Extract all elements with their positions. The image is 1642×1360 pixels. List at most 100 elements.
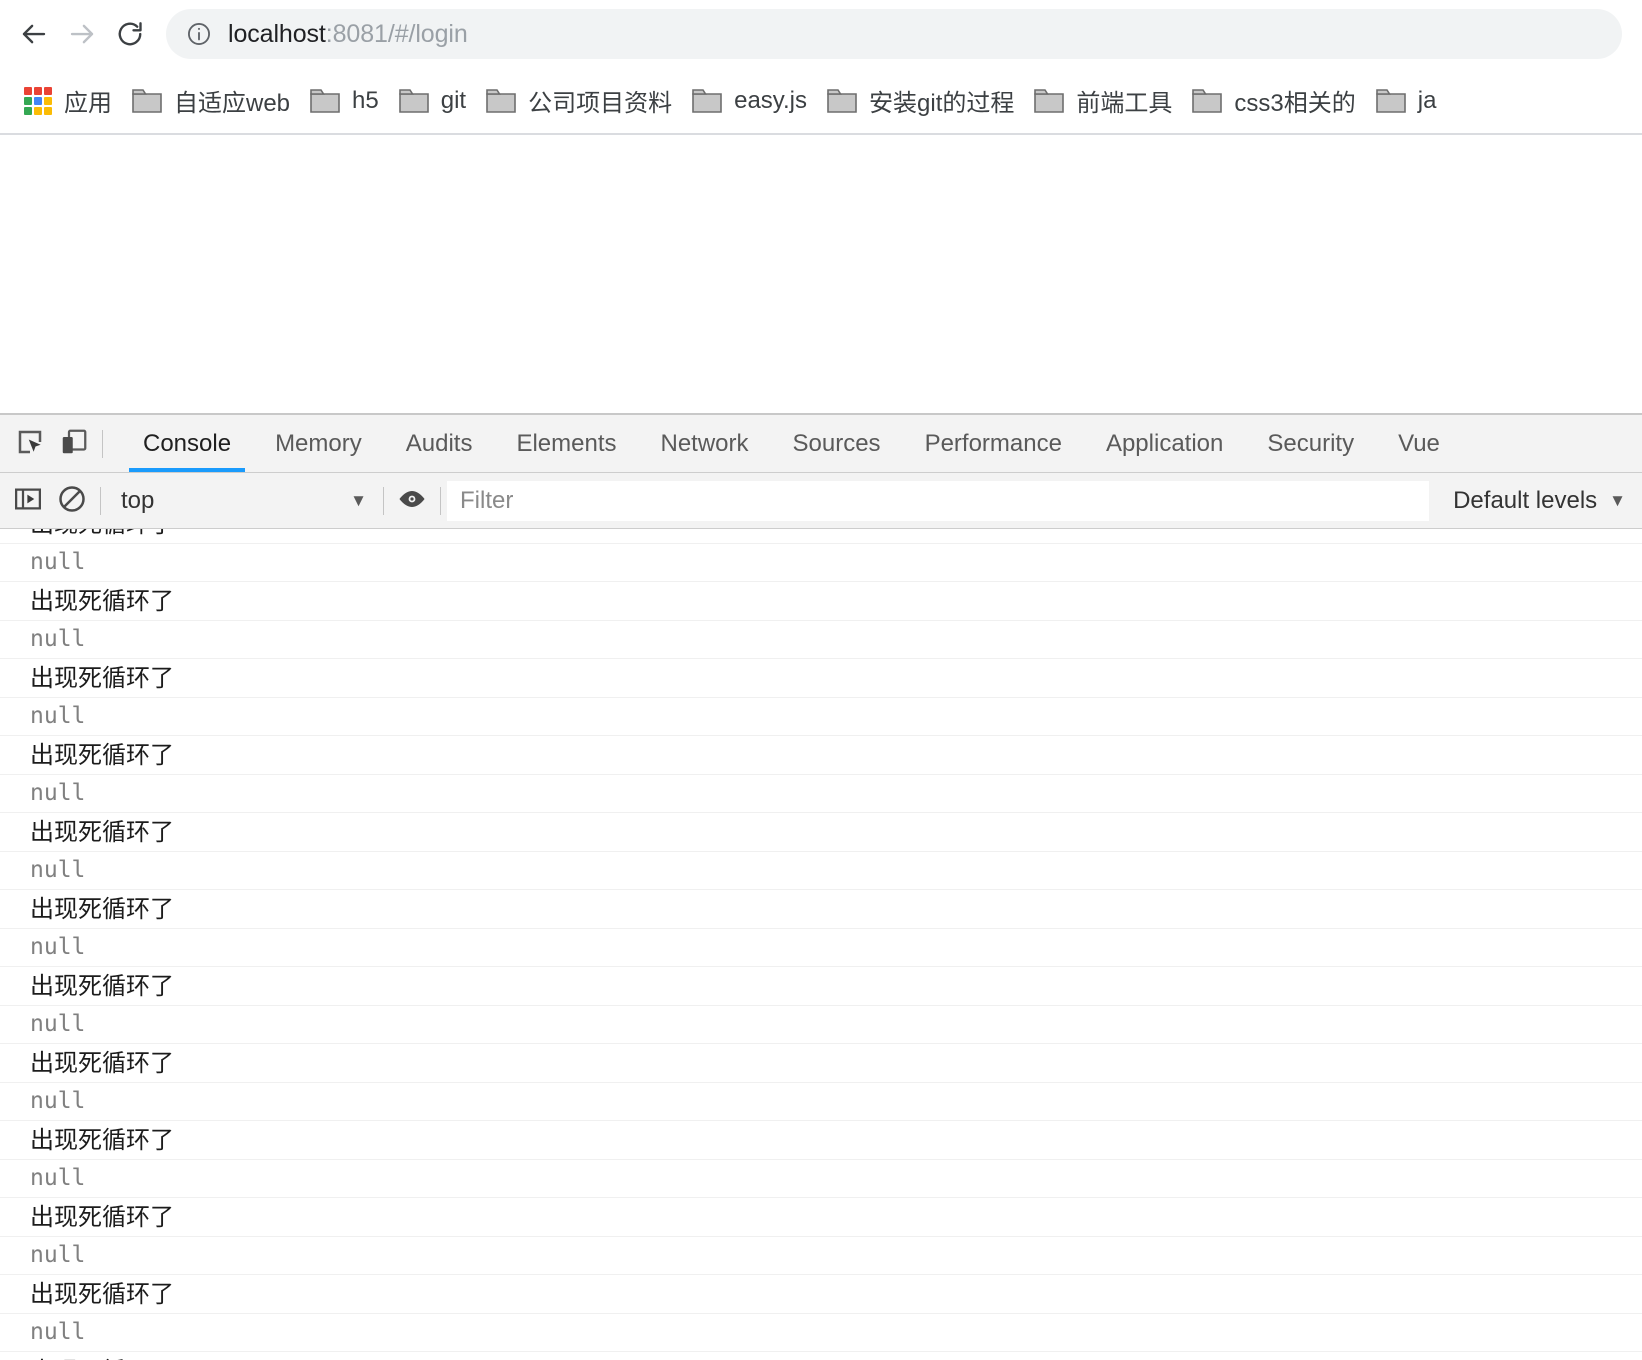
console-message-row[interactable]: 出现死循环了 [0,890,1642,929]
console-message-text: 出现死循环了 [30,971,174,1000]
console-message-text: 出现死循环了 [30,740,174,769]
clear-console-icon [57,484,87,517]
reload-button[interactable] [106,10,154,58]
toolbar-divider [440,486,441,515]
bookmark-apps[interactable]: 应用 [14,77,122,125]
bookmark-item[interactable]: 公司项目资料 [476,77,682,125]
device-toolbar-button[interactable] [52,422,96,466]
console-message-row[interactable]: 出现死循环了 [0,1275,1642,1314]
tab-vue[interactable]: Vue [1376,415,1462,472]
log-levels-select[interactable]: Default levels ▼ [1443,487,1632,515]
chevron-down-icon: ▼ [350,491,367,510]
url-text: localhost:8081/#/login [228,20,468,49]
console-message-text: 出现死循环了 [30,1202,174,1231]
tab-security[interactable]: Security [1245,415,1376,472]
console-message-text: 出现死循环了 [30,663,174,692]
console-message-row[interactable]: 出现死循环了 [0,1198,1642,1237]
bookmark-label: 前端工具 [1076,90,1173,117]
execution-context-select[interactable]: top ▼ [107,481,377,521]
console-message-row[interactable]: null [0,1006,1642,1044]
console-message-text: null [30,702,86,729]
devtools-panel: Console Memory Audits Elements Network S… [0,415,1642,1360]
folder-icon [692,88,722,114]
bookmark-item[interactable]: 自适应web [122,77,300,125]
bookmark-item[interactable]: h5 [300,77,389,125]
inspect-element-button[interactable] [8,422,52,466]
console-message-row[interactable]: null [0,852,1642,890]
console-message-row[interactable]: 出现死循环了 [0,529,1642,544]
bookmark-item[interactable]: easy.js [682,77,817,125]
console-message-text: null [30,1318,86,1345]
tab-label: Sources [792,429,881,457]
tab-performance[interactable]: Performance [903,415,1084,472]
toolbar-divider [102,429,103,458]
bookmark-label: 应用 [64,90,112,117]
console-message-text: null [30,548,86,575]
console-filter-input[interactable] [447,480,1430,521]
folder-icon [398,88,429,114]
console-message-row[interactable]: null [0,1160,1642,1198]
page-viewport [0,135,1642,415]
console-message-row[interactable]: null [0,1314,1642,1352]
console-message-text: 出现死循环了 [30,817,174,846]
bookmark-item[interactable]: css3相关的 [1182,77,1365,125]
console-message-text: 出现死循环了 [30,529,174,536]
tab-label: Network [660,429,749,457]
tab-console[interactable]: Console [121,415,253,472]
console-message-row[interactable]: 出现死循环了 [0,582,1642,621]
console-message-row[interactable]: null [0,1083,1642,1121]
bookmark-item[interactable]: 前端工具 [1024,77,1182,125]
live-expression-button[interactable] [390,479,434,523]
console-message-row[interactable]: null [0,775,1642,813]
url-path: :8081/#/login [325,19,468,48]
console-message-text: 出现死循环了 [30,1279,174,1308]
console-message-row[interactable]: 出现死循环了 [0,659,1642,698]
console-message-row[interactable]: null [0,621,1642,659]
console-message-row[interactable]: null [0,929,1642,967]
clear-console-button[interactable] [50,479,94,523]
arrow-left-icon [19,19,49,49]
forward-button[interactable] [58,10,106,58]
console-message-row[interactable]: 出现死循环了 [0,736,1642,775]
bookmark-item[interactable]: ja [1366,77,1447,125]
console-message-text: null [30,933,86,960]
devtools-left-icons [0,415,121,472]
devtools-tabs: Console Memory Audits Elements Network S… [121,415,1642,472]
bookmark-label: ja [1417,86,1437,114]
back-button[interactable] [10,10,58,58]
tab-label: Security [1267,429,1355,457]
console-message-row[interactable]: 出现死循环了 [0,1352,1642,1360]
console-message-row[interactable]: null [0,1237,1642,1275]
console-message-row[interactable]: 出现死循环了 [0,1044,1642,1083]
tab-sources[interactable]: Sources [771,415,903,472]
live-expression-eye-icon [397,488,427,513]
console-message-row[interactable]: null [0,544,1642,582]
tab-memory[interactable]: Memory [253,415,384,472]
tab-label: Performance [924,429,1062,457]
console-message-row[interactable]: 出现死循环了 [0,813,1642,852]
console-message-row[interactable]: null [0,698,1642,736]
tab-label: Memory [275,429,362,457]
tab-label: Vue [1398,429,1440,457]
tab-elements[interactable]: Elements [494,415,638,472]
folder-icon [1192,88,1223,114]
bookmark-label: h5 [352,86,379,114]
info-circle-icon[interactable] [186,21,212,47]
tab-network[interactable]: Network [638,415,770,472]
address-bar-row: localhost:8081/#/login [0,0,1642,68]
console-message-row[interactable]: 出现死循环了 [0,967,1642,1006]
tab-application[interactable]: Application [1084,415,1245,472]
console-message-row[interactable]: 出现死循环了 [0,1121,1642,1160]
toolbar-divider [383,486,384,515]
omnibox[interactable]: localhost:8081/#/login [166,9,1622,59]
tab-audits[interactable]: Audits [384,415,495,472]
tab-label: Application [1105,429,1224,457]
folder-icon [132,88,162,114]
console-message-text: null [30,625,86,652]
console-message-list[interactable]: 出现死循环了 null 出现死循环了 null 出现死循环了 null 出现死循环了 null… [0,529,1642,1360]
console-sidebar-button[interactable] [6,479,50,523]
console-message-text: null [30,1164,86,1191]
bookmarks-bar: 应用 自适应web h5 git 公司项目资料 easy.js 安装git的过程… [0,68,1642,135]
bookmark-item[interactable]: 安装git的过程 [817,77,1024,125]
bookmark-item[interactable]: git [389,77,476,125]
